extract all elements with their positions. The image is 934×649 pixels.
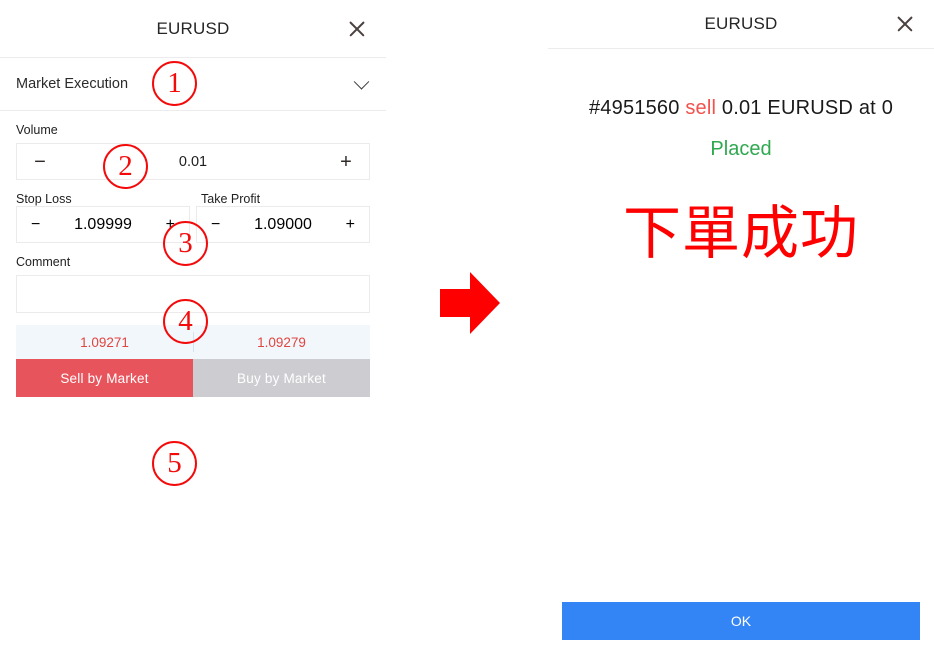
success-annotation-text: 下單成功 bbox=[622, 201, 859, 266]
take-profit-increment-button[interactable]: + bbox=[346, 216, 355, 234]
comment-input[interactable] bbox=[16, 275, 370, 313]
action-row: Sell by Market Buy by Market bbox=[16, 359, 370, 397]
page-title: EURUSD bbox=[156, 18, 230, 38]
order-summary: #4951560 sell 0.01 EURUSD at 0 bbox=[548, 97, 934, 120]
volume-stepper[interactable]: − 0.01 + bbox=[16, 143, 370, 180]
order-id: #4951560 bbox=[588, 97, 680, 119]
volume-section: Volume − 0.01 + bbox=[0, 111, 386, 180]
ok-button[interactable]: OK bbox=[562, 602, 920, 640]
order-price: 0 bbox=[881, 97, 894, 119]
close-icon[interactable] bbox=[894, 13, 916, 35]
stop-loss-decrement-button[interactable]: − bbox=[31, 216, 40, 234]
volume-increment-button[interactable]: + bbox=[337, 152, 355, 172]
order-ticket-header: EURUSD bbox=[0, 0, 386, 57]
ask-price: 1.09279 bbox=[193, 325, 370, 359]
comment-label: Comment bbox=[16, 255, 71, 269]
order-at-text: at bbox=[858, 97, 876, 119]
sl-tp-section: Stop Loss Take Profit − 1.09999 + − 1.09… bbox=[0, 180, 386, 243]
order-direction: sell bbox=[685, 97, 717, 119]
confirmation-header: EURUSD bbox=[548, 0, 934, 48]
status-badge: Placed bbox=[710, 138, 772, 160]
comment-section: Comment bbox=[0, 243, 386, 313]
stop-loss-label: Stop Loss bbox=[16, 192, 72, 206]
confirmation-panel: EURUSD #4951560 sell 0.01 EURUSD at 0 Pl… bbox=[548, 0, 934, 649]
stop-loss-stepper[interactable]: − 1.09999 + bbox=[16, 206, 190, 243]
order-ticket-panel: EURUSD Market Execution Volume − 0.01 + … bbox=[0, 0, 386, 649]
take-profit-stepper[interactable]: − 1.09000 + bbox=[196, 206, 370, 243]
volume-label: Volume bbox=[16, 123, 58, 137]
stop-loss-value: 1.09999 bbox=[74, 215, 132, 233]
chevron-down-icon bbox=[353, 74, 370, 90]
stop-loss-increment-button[interactable]: + bbox=[166, 216, 175, 234]
trade-action-section: 1.09271 1.09279 Sell by Market Buy by Ma… bbox=[0, 313, 386, 397]
close-icon[interactable] bbox=[346, 18, 368, 40]
quote-strip: 1.09271 1.09279 bbox=[16, 325, 370, 359]
confirmation-title: EURUSD bbox=[704, 14, 778, 33]
execution-mode-label: Market Execution bbox=[16, 76, 129, 92]
bid-price: 1.09271 bbox=[80, 334, 129, 350]
volume-value: 0.01 bbox=[178, 153, 208, 170]
take-profit-value: 1.09000 bbox=[254, 215, 312, 233]
sl-tp-labels: Stop Loss Take Profit bbox=[0, 192, 386, 206]
execution-mode-select[interactable]: Market Execution bbox=[0, 58, 386, 110]
confirmation-divider bbox=[548, 48, 934, 49]
order-volume: 0.01 bbox=[721, 97, 762, 119]
volume-decrement-button[interactable]: − bbox=[31, 152, 49, 172]
order-symbol: EURUSD bbox=[767, 97, 854, 119]
sell-by-market-button[interactable]: Sell by Market bbox=[16, 359, 193, 397]
right-arrow-icon bbox=[440, 272, 500, 334]
take-profit-label: Take Profit bbox=[201, 192, 261, 206]
screenshot-root: EURUSD Market Execution Volume − 0.01 + … bbox=[0, 0, 934, 649]
take-profit-decrement-button[interactable]: − bbox=[211, 216, 220, 234]
buy-by-market-button[interactable]: Buy by Market bbox=[193, 359, 370, 397]
